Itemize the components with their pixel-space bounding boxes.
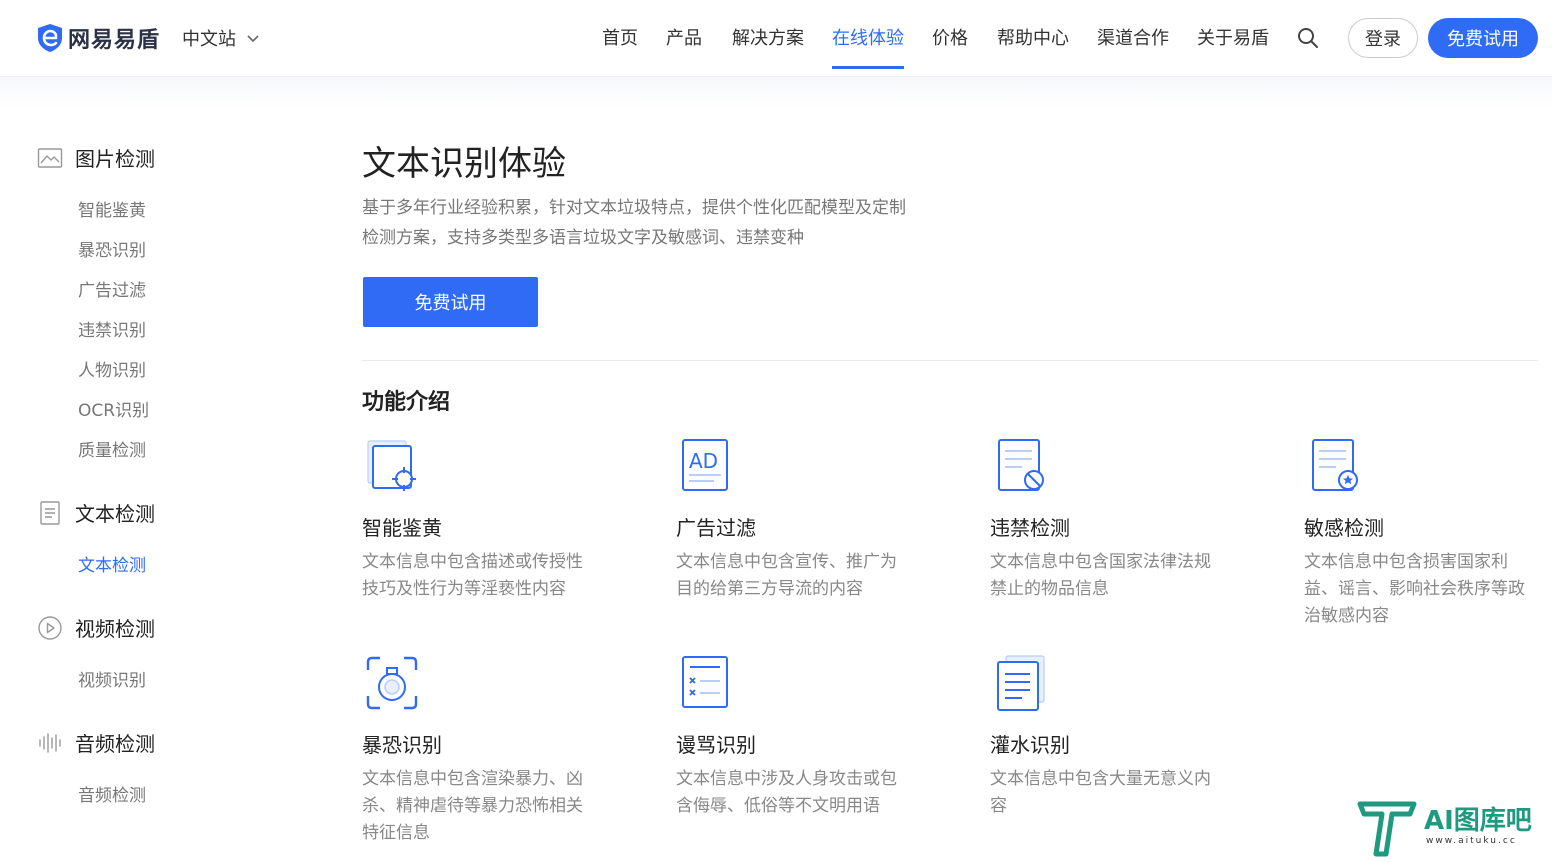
feature-description: 文本信息中包含大量无意义内容 <box>990 769 1211 816</box>
nav-item-solutions[interactable]: 解决方案 <box>732 24 804 50</box>
feature-card-terror: 暴恐识别 文本信息中包含渲染暴力、凶杀、精神虐待等暴力恐怖相关特征信息 <box>362 654 602 843</box>
sidebar-item-ad-filter[interactable]: 广告过滤 <box>78 276 146 301</box>
watermark-logo: AI图库吧 www.aituku.cc <box>1356 798 1546 860</box>
feature-card-ad-filter: AD 广告过滤 文本信息中包含宣传、推广为目的给第三方导流的内容 <box>676 437 916 599</box>
section-title-features: 功能介绍 <box>362 390 451 415</box>
feature-description: 文本信息中包含宣传、推广为目的给第三方导流的内容 <box>676 552 897 599</box>
sidebar-group-video-detection[interactable]: 视频检测 <box>37 613 155 642</box>
checklist-icon <box>682 656 728 708</box>
feature-description: 文本信息中涉及人身攻击或包含侮辱、低俗等不文明用语 <box>676 769 897 816</box>
sidebar-item-terror-detection[interactable]: 暴恐识别 <box>78 236 146 261</box>
free-trial-button[interactable]: 免费试用 <box>363 277 538 327</box>
sidebar-group-label: 图片检测 <box>75 147 155 171</box>
watermark-t-icon <box>1357 801 1417 857</box>
feature-title: 谩骂识别 <box>676 733 756 757</box>
sidebar-item-ocr[interactable]: OCR识别 <box>78 396 149 421</box>
feature-title: 违禁检测 <box>990 516 1070 540</box>
play-icon <box>38 615 62 640</box>
forbidden-document-icon <box>998 439 1044 491</box>
feature-card-abuse: 谩骂识别 文本信息中涉及人身攻击或包含侮辱、低俗等不文明用语 <box>676 654 916 816</box>
nav-item-help-center[interactable]: 帮助中心 <box>997 24 1069 50</box>
feature-card-spam: 灌水识别 文本信息中包含大量无意义内容 <box>990 654 1230 816</box>
free-trial-button-header[interactable]: 免费试用 <box>1428 18 1538 58</box>
feature-card-sensitive: 敏感检测 文本信息中包含损害国家利益、谣言、影响社会秩序等政治敏感内容 <box>1304 437 1544 626</box>
sidebar-group-text-detection[interactable]: 文本检测 <box>37 498 155 527</box>
feature-title: 暴恐识别 <box>362 733 442 757</box>
sidebar-group-audio-detection[interactable]: 音频检测 <box>37 728 155 757</box>
watermark-text: AI图库吧 <box>1424 806 1532 836</box>
page-description: 基于多年行业经验积累，针对文本垃圾特点，提供个性化匹配模型及定制检测方案，支持多… <box>362 198 906 248</box>
nav-item-home[interactable]: 首页 <box>602 24 638 50</box>
feature-title: 广告过滤 <box>676 516 756 540</box>
star-document-icon <box>1312 439 1358 491</box>
sidebar-item-porn-detection[interactable]: 智能鉴黄 <box>78 196 146 221</box>
section-divider <box>362 360 1538 361</box>
sidebar-item-quality-check[interactable]: 质量检测 <box>78 436 146 461</box>
page-title: 文本识别体验 <box>362 144 566 184</box>
top-navigation-bar: 网易易盾 中文站 首页 产品 解决方案 在线体验 价格 帮助中心 渠道合作 关于… <box>0 0 1552 77</box>
nav-item-online-trial[interactable]: 在线体验 <box>832 24 904 50</box>
feature-description: 文本信息中包含渲染暴力、凶杀、精神虐待等暴力恐怖相关特征信息 <box>362 769 583 843</box>
sidebar-item-person-detection[interactable]: 人物识别 <box>78 356 146 381</box>
svg-text:AD: AD <box>689 449 718 473</box>
brand-logo[interactable]: 网易易盾 <box>36 22 160 54</box>
chevron-down-icon <box>247 35 259 43</box>
search-icon[interactable] <box>1296 26 1320 50</box>
header-shadow-band <box>0 78 1552 110</box>
feature-card-prohibited: 违禁检测 文本信息中包含国家法律法规禁止的物品信息 <box>990 437 1230 599</box>
target-document-icon <box>367 440 416 491</box>
sidebar-group-label: 视频检测 <box>75 617 155 641</box>
sidebar-item-text-detection[interactable]: 文本检测 <box>78 551 146 576</box>
feature-description: 文本信息中包含损害国家利益、谣言、影响社会秩序等政治敏感内容 <box>1304 552 1525 626</box>
ad-icon: AD <box>682 439 728 491</box>
audio-wave-icon <box>39 732 61 753</box>
feature-title: 敏感检测 <box>1304 516 1384 540</box>
sidebar-item-video-recognition[interactable]: 视频识别 <box>78 666 146 691</box>
nav-item-products[interactable]: 产品 <box>666 24 702 50</box>
sidebar-group-image-detection[interactable]: 图片检测 <box>37 143 155 172</box>
nav-item-pricing[interactable]: 价格 <box>932 24 968 50</box>
feature-title: 灌水识别 <box>990 733 1070 757</box>
brand-logo-icon <box>38 24 62 52</box>
nav-item-about[interactable]: 关于易盾 <box>1197 24 1269 50</box>
active-nav-indicator <box>832 66 904 69</box>
feature-title: 智能鉴黄 <box>362 516 442 540</box>
watermark-url: www.aituku.cc <box>1426 836 1517 846</box>
feature-description: 文本信息中包含描述或传授性技巧及性行为等淫亵性内容 <box>362 552 583 599</box>
feature-card-porn: 智能鉴黄 文本信息中包含描述或传授性技巧及性行为等淫亵性内容 <box>362 437 602 599</box>
sidebar-item-audio-detection[interactable]: 音频检测 <box>78 781 146 806</box>
sidebar-item-prohibited-detection[interactable]: 违禁识别 <box>78 316 146 341</box>
sidebar-group-label: 文本检测 <box>75 502 155 526</box>
brand-name: 网易易盾 <box>68 28 161 53</box>
stacked-document-icon <box>997 655 1045 711</box>
feature-description: 文本信息中包含国家法律法规禁止的物品信息 <box>990 552 1211 599</box>
login-button[interactable]: 登录 <box>1348 18 1418 58</box>
site-switch-label: 中文站 <box>182 29 236 50</box>
scan-bomb-icon <box>366 656 418 710</box>
sidebar-group-label: 音频检测 <box>75 732 155 756</box>
site-language-switch[interactable]: 中文站 <box>182 25 260 51</box>
image-icon <box>37 147 63 168</box>
nav-item-partners[interactable]: 渠道合作 <box>1097 24 1169 50</box>
document-icon <box>40 500 60 525</box>
